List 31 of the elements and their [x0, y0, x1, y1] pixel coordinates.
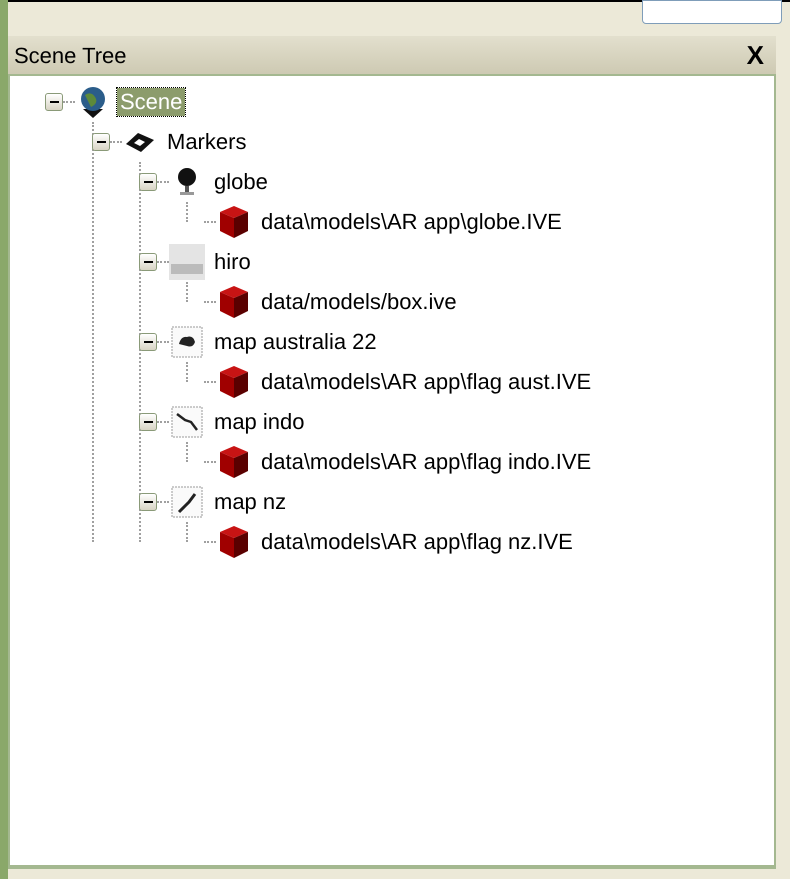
- input-field[interactable]: [642, 0, 782, 24]
- cube-icon: [217, 444, 251, 480]
- collapse-toggle[interactable]: [139, 493, 157, 511]
- collapse-toggle[interactable]: [139, 413, 157, 431]
- panel-title: Scene Tree: [14, 42, 127, 70]
- tree-item[interactable]: data/models/box.ive: [258, 288, 460, 316]
- tree-item[interactable]: Markers: [164, 128, 250, 156]
- cube-icon: [217, 364, 251, 400]
- collapse-toggle[interactable]: [139, 173, 157, 191]
- tree-item[interactable]: hiro: [211, 248, 254, 276]
- cube-icon: [217, 284, 251, 320]
- map-thumbnail-icon: [171, 406, 203, 438]
- tree-item[interactable]: data\models\AR app\flag indo.IVE: [258, 448, 594, 476]
- cube-icon: [217, 524, 251, 560]
- marker-thumbnail-icon: [169, 244, 205, 280]
- collapse-toggle[interactable]: [92, 133, 110, 151]
- tree-item[interactable]: map australia 22: [211, 328, 380, 356]
- collapse-toggle[interactable]: [139, 253, 157, 271]
- map-thumbnail-icon: [171, 326, 203, 358]
- tree-item[interactable]: globe: [211, 168, 271, 196]
- collapse-toggle[interactable]: [45, 93, 63, 111]
- tree-item[interactable]: map indo: [211, 408, 308, 436]
- collapse-toggle[interactable]: [139, 333, 157, 351]
- tree-item[interactable]: data\models\AR app\flag nz.IVE: [258, 528, 576, 556]
- tree-item[interactable]: map nz: [211, 488, 290, 516]
- tree-item[interactable]: data\models\AR app\flag aust.IVE: [258, 368, 594, 396]
- close-button[interactable]: X: [740, 42, 770, 68]
- tree-item[interactable]: data\models\AR app\globe.IVE: [258, 208, 565, 236]
- ball-icon: [176, 167, 198, 197]
- cube-icon: [217, 204, 251, 240]
- map-thumbnail-icon: [171, 486, 203, 518]
